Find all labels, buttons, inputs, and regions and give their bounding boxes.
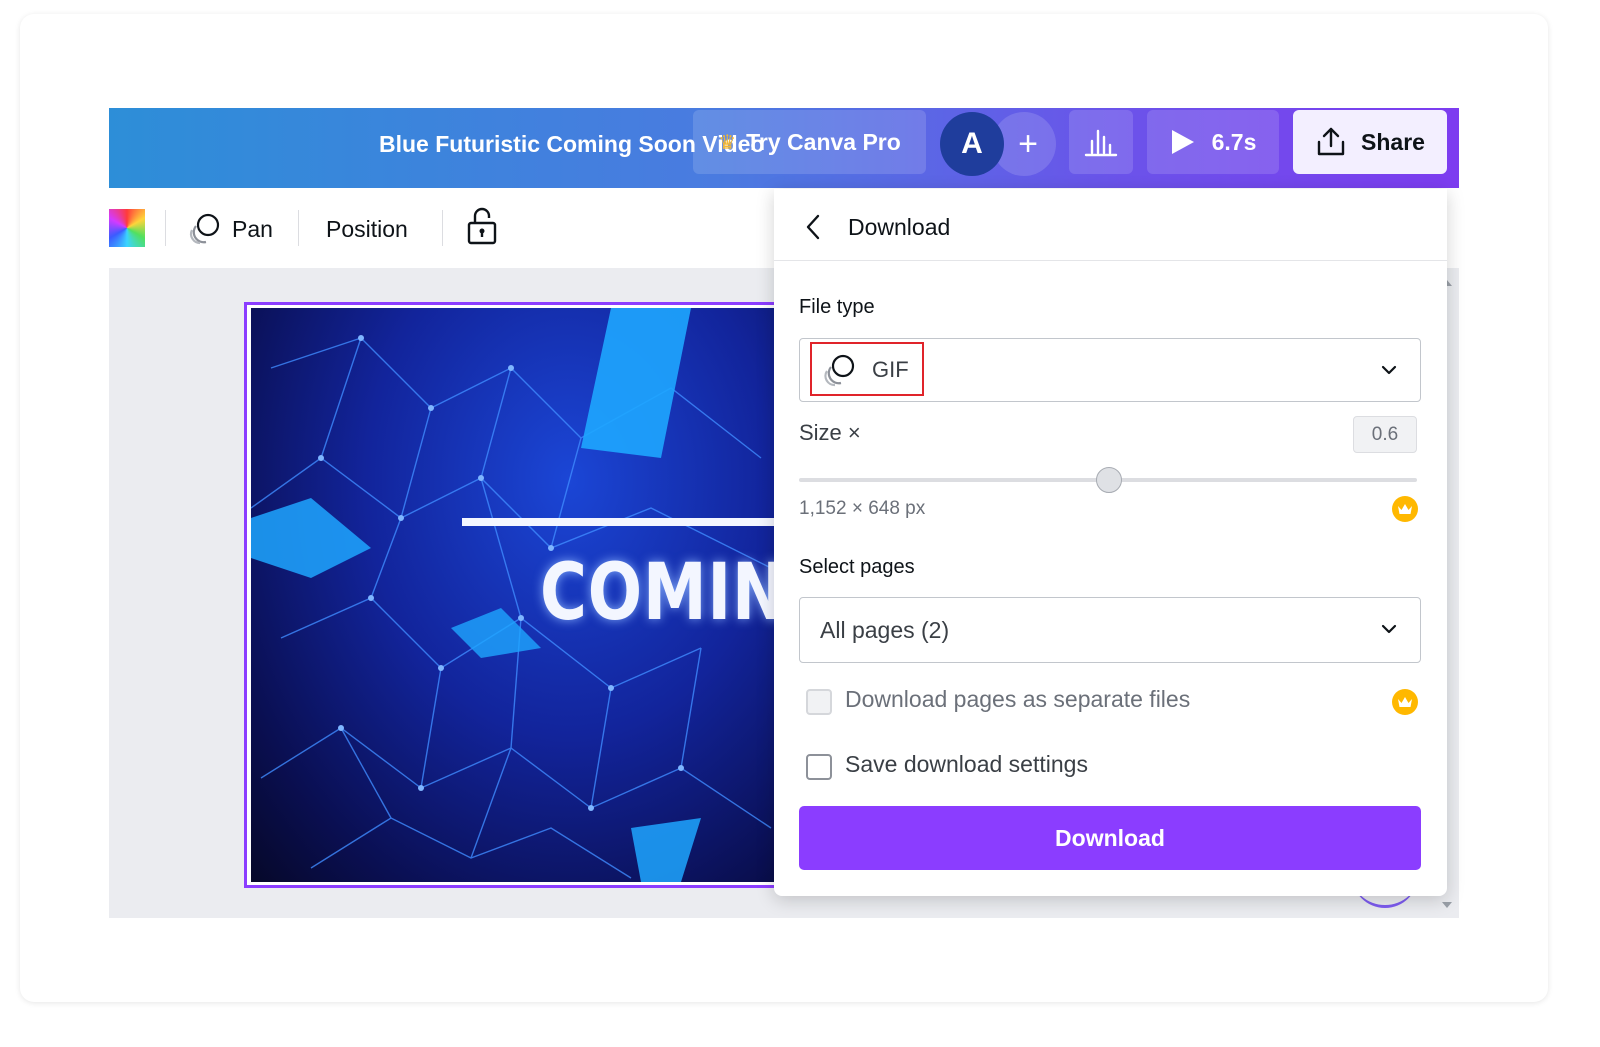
pan-label: Pan — [232, 215, 273, 242]
headline-rule — [462, 518, 782, 526]
try-canva-pro-button[interactable]: ♛ Try Canva Pro — [693, 110, 926, 174]
share-button[interactable]: Share — [1293, 110, 1447, 174]
back-button[interactable] — [796, 208, 830, 246]
panel-title: Download — [848, 214, 951, 240]
save-settings-label: Save download settings — [845, 751, 1088, 777]
toolbar-divider — [165, 210, 166, 246]
crown-icon: ♛ — [718, 131, 737, 154]
color-swatch-icon[interactable] — [109, 209, 145, 247]
chevron-down-icon — [1381, 365, 1397, 375]
avatar[interactable]: A — [940, 112, 1004, 176]
lock-icon[interactable] — [466, 206, 498, 246]
select-pages-value: All pages (2) — [820, 617, 950, 643]
position-button[interactable]: Position — [326, 207, 408, 251]
download-panel — [774, 189, 1447, 896]
crown-badge-icon — [1392, 689, 1418, 715]
separate-files-checkbox[interactable] — [806, 689, 832, 715]
select-pages-label: Select pages — [799, 556, 915, 578]
play-icon — [1171, 130, 1194, 154]
file-type-value: GIF — [872, 357, 909, 382]
pan-icon — [189, 213, 220, 245]
present-play-button[interactable]: 6.7s — [1147, 110, 1279, 174]
insights-button[interactable] — [1069, 110, 1133, 174]
output-dimensions: 1,152 × 648 px — [799, 498, 926, 519]
crown-badge-icon — [1392, 496, 1418, 522]
toolbar-divider — [442, 210, 443, 246]
share-upload-icon — [1317, 127, 1345, 156]
size-label: Size × — [799, 420, 861, 445]
share-label: Share — [1361, 128, 1425, 155]
pan-button[interactable]: Pan — [188, 207, 273, 251]
size-input[interactable]: 0.6 — [1353, 416, 1417, 453]
chevron-down-icon — [1381, 624, 1397, 634]
back-arrow-icon — [806, 214, 820, 240]
download-button[interactable]: Download — [799, 806, 1421, 870]
gif-icon — [824, 354, 855, 387]
bar-chart-icon — [1084, 129, 1118, 157]
save-settings-checkbox[interactable] — [806, 754, 832, 780]
duration-label: 6.7s — [1211, 128, 1257, 155]
size-slider-thumb[interactable] — [1096, 467, 1122, 493]
file-type-label: File type — [799, 296, 875, 318]
toolbar-divider — [298, 210, 299, 246]
separate-files-label: Download pages as separate files — [845, 686, 1191, 712]
try-canva-pro-label: Try Canva Pro — [746, 128, 901, 155]
scroll-down-arrow[interactable] — [1442, 902, 1452, 908]
